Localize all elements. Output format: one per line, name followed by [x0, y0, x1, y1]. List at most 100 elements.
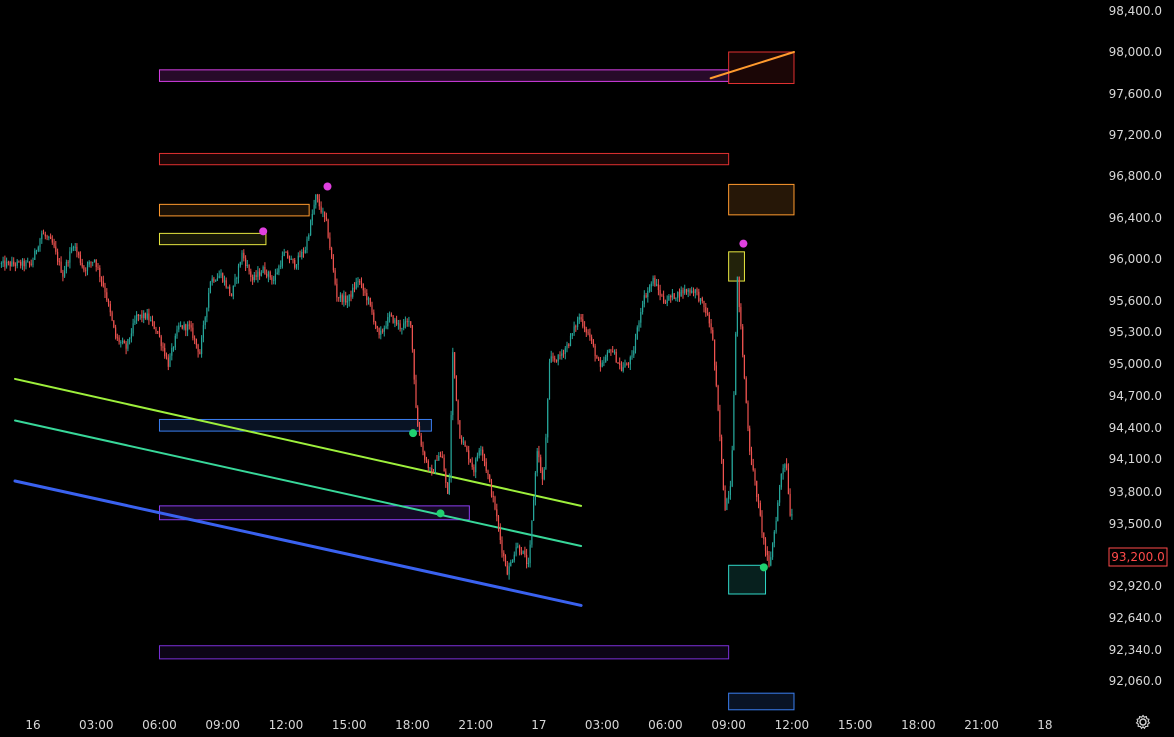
candle-body [299, 255, 301, 257]
candle-body [143, 313, 145, 318]
candle-body [44, 234, 46, 237]
candle-body [770, 557, 772, 566]
candle-body [568, 344, 570, 346]
candle-body [745, 378, 747, 403]
candle-body [262, 267, 264, 273]
candle-body [246, 265, 248, 266]
candle-body [417, 407, 419, 427]
x-axis-tick-label: 16 [25, 718, 40, 732]
candle-body [150, 320, 152, 321]
candle-body [701, 298, 703, 302]
candle-body [490, 481, 493, 496]
candle-body [450, 415, 452, 479]
candle-body [72, 247, 74, 249]
candle-body [657, 284, 659, 290]
candle-body [51, 239, 53, 243]
y-axis-tick-label: 92,640.0 [1109, 611, 1162, 625]
candle-body [668, 296, 670, 301]
candle-body [503, 552, 505, 557]
candle-body [236, 278, 238, 279]
y-axis-tick-label: 96,000.0 [1109, 252, 1162, 266]
x-axis-tick-label: 21:00 [458, 718, 493, 732]
candle-body [520, 552, 522, 554]
candle-body [596, 356, 598, 359]
candle-body [202, 325, 204, 338]
price-chart[interactable]: 98,400.0 98,000.0 97,600.0 97,200.0 96,800.0… [0, 0, 1174, 737]
candle-body [615, 351, 617, 363]
candle-body [122, 341, 124, 342]
x-axis-tick-label: 18 [1037, 718, 1052, 732]
y-axis-tick-label: 92,340.0 [1109, 643, 1162, 657]
purple-zone-low [158, 645, 730, 660]
candle-body [620, 365, 623, 371]
purple-zone-mid [158, 505, 470, 521]
candle-body [629, 357, 631, 365]
candle-body [34, 250, 36, 260]
y-axis-tick-label: 95,000.0 [1109, 357, 1162, 371]
y-axis-tick-label: 98,000.0 [1109, 45, 1162, 59]
candle-body [252, 277, 254, 281]
y-axis-tick-label: 94,100.0 [1109, 452, 1162, 466]
candle-body [406, 321, 408, 323]
candle-body [245, 258, 247, 266]
candle-body [548, 362, 551, 400]
candle-body [116, 337, 118, 339]
candle-body [199, 351, 201, 354]
candle-body [232, 285, 234, 297]
candle-body [385, 326, 387, 328]
x-axis-tick-label: 15:00 [332, 718, 367, 732]
candle-body [399, 323, 401, 329]
candle-body [557, 355, 559, 362]
candle-body [304, 250, 306, 253]
candle-body [577, 319, 579, 327]
candle-body [459, 420, 461, 439]
candle-body [157, 331, 159, 333]
orange-zone [158, 203, 310, 217]
candle-body [239, 262, 241, 266]
blue-zone-right [728, 692, 795, 711]
candle-body [564, 348, 566, 354]
candle-body [264, 267, 266, 274]
candle-body [626, 363, 628, 365]
pivot-low-marker [759, 563, 768, 572]
candle-body [9, 262, 11, 267]
candle-body [318, 199, 320, 207]
candle-body [325, 217, 327, 220]
candle-body [209, 281, 211, 293]
candle-body [466, 446, 468, 451]
candle-body [57, 251, 59, 262]
candle-body [292, 258, 294, 260]
candle-body [320, 206, 322, 213]
candle-body [610, 350, 612, 352]
candle-body [106, 292, 108, 301]
candle-body [425, 459, 428, 462]
candle-body [654, 277, 656, 286]
candle-body [538, 451, 540, 458]
settings-button[interactable] [1132, 711, 1154, 733]
x-axis-tick-label: 03:00 [79, 718, 114, 732]
candle-body [759, 503, 761, 516]
candle-body [67, 262, 69, 263]
candle-body [188, 324, 190, 326]
candle-body [25, 261, 27, 267]
candle-body [592, 340, 594, 346]
candle-body [360, 282, 363, 285]
candle-body [786, 464, 788, 469]
candle-body [561, 353, 563, 356]
candle-body [750, 451, 753, 465]
gear-icon [1135, 714, 1151, 730]
candle-body [642, 304, 644, 312]
candle-body [710, 323, 712, 330]
candle-body [69, 251, 71, 263]
candle-body [455, 375, 457, 401]
candle-body [501, 540, 503, 553]
candle-body [4, 260, 6, 267]
candle-body [343, 295, 345, 302]
candle-body [594, 345, 596, 357]
candle-body [301, 251, 303, 258]
yellow-zone-right [728, 251, 745, 282]
candle-body [99, 268, 101, 277]
candle-body [410, 321, 412, 326]
candle-body [685, 289, 688, 292]
chart-container[interactable]: 98,400.0 98,000.0 97,600.0 97,200.0 96,800.0… [0, 0, 1174, 737]
